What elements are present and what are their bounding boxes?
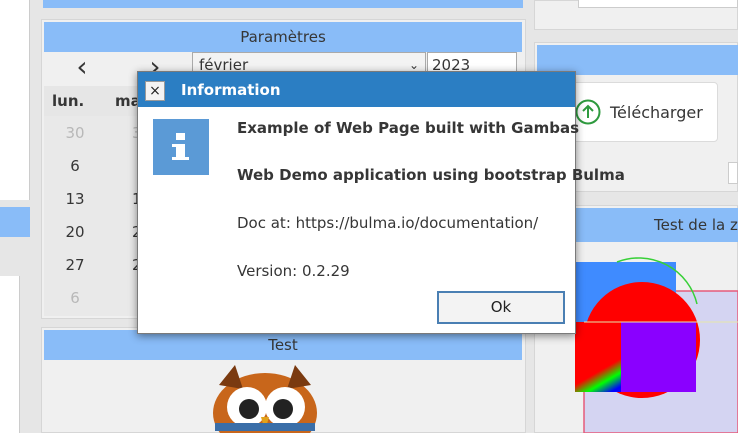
owl-image [213, 365, 317, 433]
left-panel-bar [0, 207, 30, 237]
close-button[interactable]: × [145, 81, 165, 101]
download-panel-field [728, 162, 738, 184]
calendar-col-header: lun. [52, 92, 85, 110]
left-panel-top [0, 0, 30, 200]
dialog-heading: Example of Web Page built with Gambas [237, 119, 580, 137]
information-dialog: × Information Example of Web Page built … [137, 71, 625, 334]
dialog-subheading: Web Demo application using bootstrap Bul… [237, 166, 625, 184]
calendar-day[interactable]: 30 [45, 124, 105, 142]
canvas-panel-title-text: Test de la zo [654, 216, 738, 234]
info-icon [153, 119, 209, 175]
calendar-prev-button[interactable]: ‹ [70, 53, 94, 81]
download-label: Télécharger [610, 103, 703, 122]
right-top-field [578, 0, 738, 8]
calendar-day[interactable]: 27 [45, 256, 105, 274]
parameters-title: Paramètres [44, 22, 522, 52]
calendar-day[interactable]: 13 [45, 190, 105, 208]
ok-button[interactable]: Ok [437, 291, 565, 324]
dialog-title-bar[interactable]: × Information [138, 72, 575, 107]
download-button[interactable]: Télécharger [564, 82, 718, 142]
calendar-day[interactable]: 6 [45, 289, 105, 307]
dialog-version-text: Version: 0.2.29 [237, 262, 350, 280]
calendar-grid [44, 116, 137, 316]
dialog-title: Information [181, 81, 281, 99]
top-strip [43, 0, 523, 8]
dialog-doc-text: Doc at: https://bulma.io/documentation/ [237, 214, 539, 232]
calendar-day[interactable]: 6 [45, 157, 105, 175]
left-panel-bottom [0, 276, 20, 433]
calendar-day[interactable]: 20 [45, 223, 105, 241]
test-title: Test [44, 330, 522, 360]
